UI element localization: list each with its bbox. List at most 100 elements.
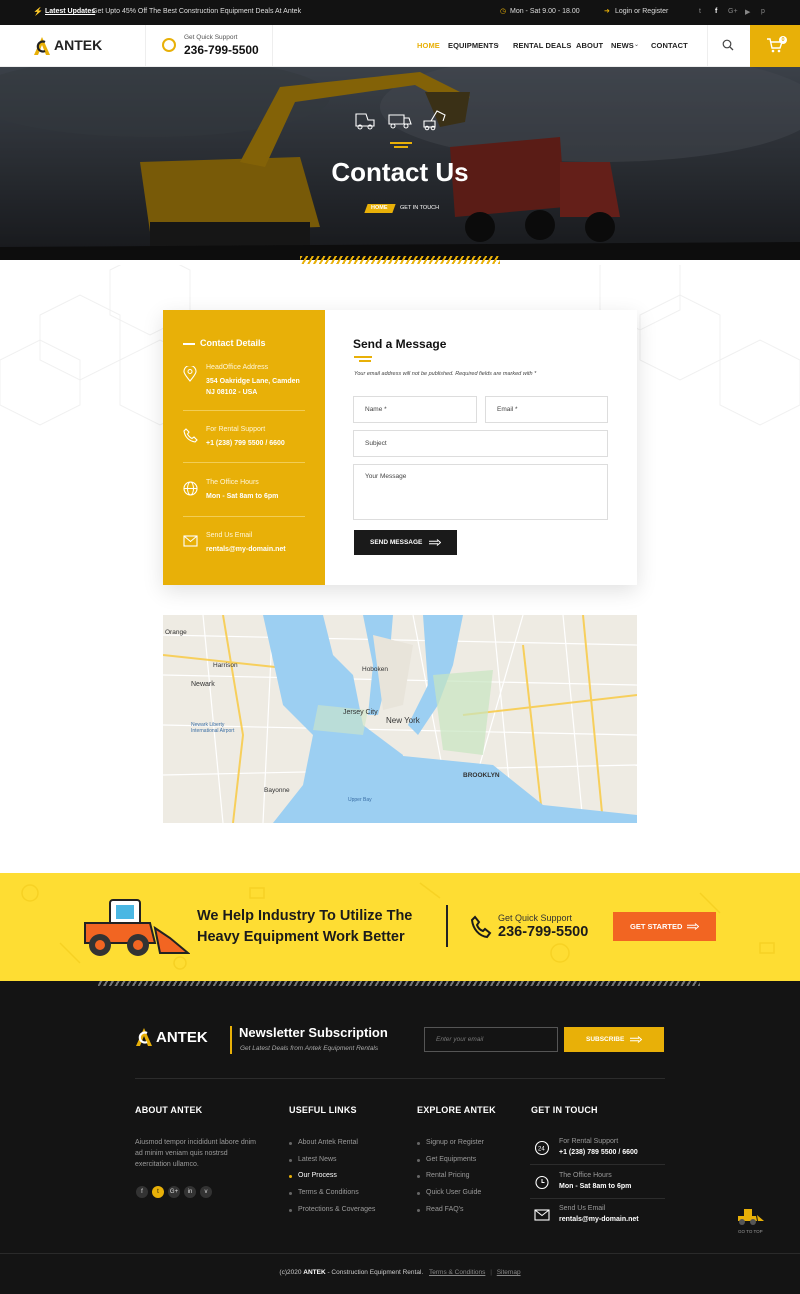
useful-links-heading: USEFUL LINKS xyxy=(289,1105,357,1115)
phone-icon xyxy=(470,915,492,939)
terms-link[interactable]: Terms & Conditions xyxy=(429,1269,485,1276)
contact-details-panel: Contact Details HeadOffice Address 354 O… xyxy=(163,310,325,585)
cart-button[interactable]: 0 xyxy=(750,25,800,67)
map-label: Newark Liberty International Airport xyxy=(191,722,235,734)
touch-item-hours: The Office Hours Mon - Sat 8am to 6pm xyxy=(530,1171,665,1201)
clock-icon xyxy=(535,1175,549,1190)
footer-link-active[interactable]: Our Process xyxy=(289,1172,337,1179)
linkedin-icon[interactable]: in xyxy=(184,1186,196,1198)
footer-link[interactable]: Signup or Register xyxy=(417,1139,484,1146)
facebook-icon[interactable]: f xyxy=(136,1186,148,1198)
contact-card: Contact Details HeadOffice Address 354 O… xyxy=(163,310,637,585)
touch-item-value[interactable]: +1 (238) 789 5500 / 6600 xyxy=(559,1149,638,1156)
twitter-icon[interactable]: t xyxy=(699,8,701,15)
breadcrumb-home[interactable]: HOME xyxy=(371,205,388,211)
title-accent xyxy=(394,146,408,148)
footer-logo-text[interactable]: ANTEK xyxy=(156,1029,208,1046)
send-message-button[interactable]: SEND MESSAGE xyxy=(354,530,457,555)
divider xyxy=(530,1198,665,1199)
copyright-prefix: (c)2020 xyxy=(279,1269,304,1276)
nav-about[interactable]: ABOUT xyxy=(576,41,603,50)
cta-support-phone[interactable]: 236-799-5500 xyxy=(498,924,588,940)
touch-item-value: Mon - Sat 8am to 6pm xyxy=(559,1183,632,1190)
cta-heading: We Help Industry To Utilize The Heavy Eq… xyxy=(197,906,412,948)
footer-link[interactable]: Latest News xyxy=(289,1156,337,1163)
contact-item-value: 354 Oakridge Lane, Camden NJ 08102 - USA xyxy=(206,378,300,396)
newsletter-email-input[interactable]: Enter your email xyxy=(424,1027,558,1052)
touch-item-label: Send Us Email xyxy=(559,1205,606,1212)
footer-link[interactable]: Protections & Coverages xyxy=(288,1206,375,1213)
mail-icon xyxy=(183,535,198,547)
nav-rental-deals[interactable]: RENTAL DEALS xyxy=(513,41,571,50)
phone-icon xyxy=(183,428,198,443)
message-textarea[interactable]: Your Message xyxy=(353,464,608,520)
contact-item-label: HeadOffice Address xyxy=(206,364,269,371)
latest-updates-label[interactable]: Latest Updates xyxy=(45,8,95,15)
sitemap-link[interactable]: Sitemap xyxy=(497,1269,521,1276)
logo[interactable] xyxy=(33,36,51,56)
footer-link[interactable]: About Antek Rental xyxy=(289,1139,358,1146)
cta-banner: We Help Industry To Utilize The Heavy Eq… xyxy=(0,873,800,981)
contact-item-value[interactable]: +1 (238) 799 5500 / 6600 xyxy=(206,438,285,449)
footer-link[interactable]: Read FAQ's xyxy=(417,1206,464,1213)
office-hours-text: Mon - Sat 9.00 - 18.00 xyxy=(510,8,580,15)
touch-item-label: For Rental Support xyxy=(559,1138,619,1145)
vimeo-icon[interactable]: v xyxy=(200,1186,212,1198)
separator: | xyxy=(490,1269,492,1276)
logo-text[interactable]: ANTEK xyxy=(54,37,102,53)
about-heading: ABOUT ANTEK xyxy=(135,1105,203,1115)
location-map[interactable]: Orange Harrison Newark Newark Liberty In… xyxy=(163,615,637,823)
youtube-icon[interactable]: ▶ xyxy=(745,8,750,16)
facebook-icon[interactable]: f xyxy=(715,8,717,15)
footer: ANTEK Newsletter Subscription Get Latest… xyxy=(0,981,800,1294)
top-bar: ⚡ Latest Updates Get Upto 45% Off The Be… xyxy=(0,0,800,25)
lightning-icon: ⚡ xyxy=(33,7,43,16)
google-plus-icon[interactable]: G+ xyxy=(728,8,738,15)
nav-equipments[interactable]: EQUIPMENTS xyxy=(448,41,499,50)
chevron-down-icon: ⌄ xyxy=(634,42,640,48)
newsletter-title: Newsletter Subscription xyxy=(239,1025,388,1040)
get-started-button[interactable]: GET STARTED xyxy=(613,912,716,941)
heading-accent xyxy=(359,360,371,362)
cta-support-label: Get Quick Support xyxy=(498,913,573,923)
get-started-label: GET STARTED xyxy=(630,922,683,931)
map-label: Jersey City xyxy=(343,709,378,716)
email-field[interactable]: Email * xyxy=(485,396,608,423)
clock-icon: ◷ xyxy=(500,8,507,15)
support-phone[interactable]: 236-799-5500 xyxy=(184,43,259,57)
nav-news[interactable]: NEWS xyxy=(611,41,634,50)
contact-item-value[interactable]: rentals@my-domain.net xyxy=(206,544,286,555)
arrow-right-icon xyxy=(687,923,699,930)
footer-link[interactable]: Rental Pricing xyxy=(417,1172,470,1179)
map-label: New York xyxy=(386,716,420,725)
drill-machine-icon xyxy=(354,110,376,130)
support-label: Get Quick Support xyxy=(184,34,238,41)
page-title: Contact Us xyxy=(331,157,469,187)
footer-link[interactable]: Get Equipments xyxy=(416,1156,476,1163)
go-to-top-button[interactable]: GO TO TOP xyxy=(733,1207,769,1239)
footer-logo-mark-icon[interactable] xyxy=(135,1027,153,1047)
subscribe-button[interactable]: SUBSCRIBE xyxy=(564,1027,664,1052)
cta-heading-line1: We Help Industry To Utilize The xyxy=(197,908,413,924)
nav-contact[interactable]: CONTACT xyxy=(651,41,688,50)
divider xyxy=(183,516,305,517)
contact-item-value: Mon - Sat 8am to 6pm xyxy=(206,493,279,500)
map-label: Bayonne xyxy=(264,787,290,794)
title-accent xyxy=(390,142,412,144)
search-icon[interactable] xyxy=(722,39,734,51)
subject-field[interactable]: Subject xyxy=(353,430,608,457)
footer-link[interactable]: Terms & Conditions xyxy=(289,1189,359,1196)
contact-item-hours: The Office Hours Mon - Sat 8am to 6pm xyxy=(183,479,305,529)
copyright-brand: ANTEK xyxy=(303,1269,326,1276)
breadcrumb-current: GET IN TOUCH xyxy=(400,205,440,211)
twitter-icon[interactable]: t xyxy=(152,1186,164,1198)
mail-icon xyxy=(534,1209,550,1221)
name-field[interactable]: Name * xyxy=(353,396,477,423)
footer-link[interactable]: Quick User Guide xyxy=(416,1189,481,1196)
map-label: Upper Bay xyxy=(348,797,372,803)
login-link[interactable]: Login or Register xyxy=(615,8,668,15)
touch-item-value[interactable]: rentals@my-domain.net xyxy=(559,1216,639,1223)
nav-home[interactable]: HOME xyxy=(417,41,440,50)
google-plus-icon[interactable]: G+ xyxy=(168,1186,180,1198)
pinterest-icon[interactable]: p xyxy=(761,8,765,15)
